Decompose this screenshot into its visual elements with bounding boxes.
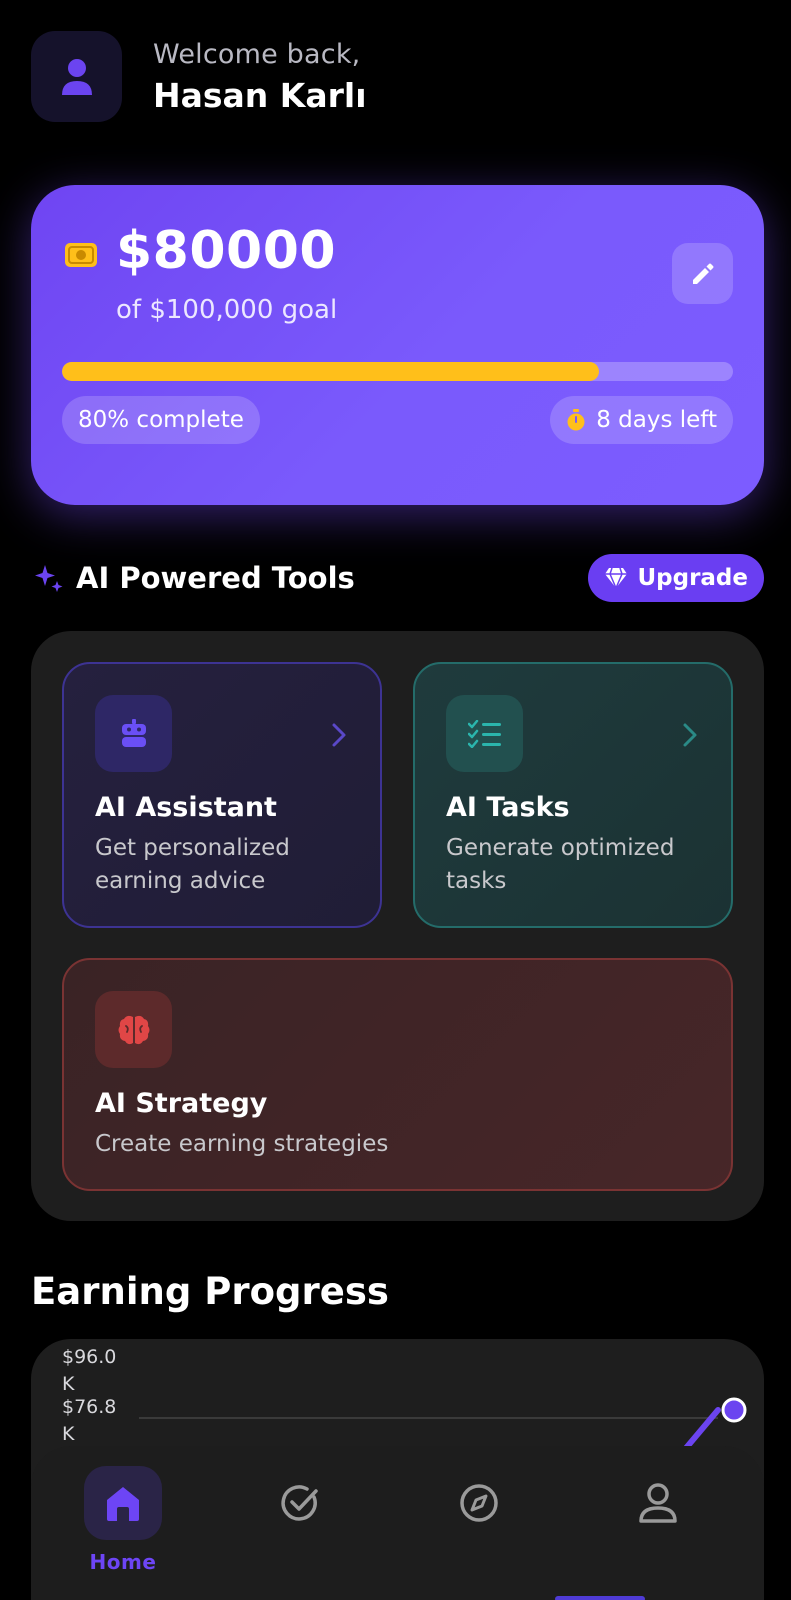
complete-label: 80% complete — [78, 407, 244, 433]
home-icon-box — [84, 1466, 162, 1540]
tools-title-wrap: AI Powered Tools — [33, 561, 355, 595]
pencil-icon — [692, 263, 713, 284]
user-icon — [61, 58, 92, 95]
complete-badge: 80% complete — [62, 396, 260, 444]
robot-icon — [121, 718, 146, 747]
compass-icon — [460, 1484, 498, 1522]
ai-tasks-desc: Generate optimized tasks — [446, 835, 675, 894]
goal-progress-bar — [62, 362, 733, 381]
days-left-badge: 8 days left — [550, 396, 733, 444]
ai-strategy-card[interactable]: AI Strategy Create earning strategies — [62, 958, 733, 1191]
nav-item-explore[interactable] — [440, 1466, 518, 1540]
nav-item-home[interactable]: Home — [84, 1466, 162, 1574]
welcome-block: Welcome back, Hasan Karlı — [153, 39, 367, 115]
goal-card: $80000 of $100,000 goal 80% complete 8 d… — [31, 185, 764, 505]
days-left-label: 8 days left — [596, 407, 717, 433]
user-name: Hasan Karlı — [153, 75, 367, 115]
edit-goal-button[interactable] — [672, 243, 733, 304]
nav-item-profile[interactable] — [619, 1466, 697, 1540]
upgrade-label: Upgrade — [637, 565, 748, 591]
ai-tasks-icon-box — [446, 695, 523, 772]
sparkles-icon — [35, 564, 63, 592]
tools-section-header: AI Powered Tools Upgrade — [33, 553, 764, 603]
profile-icon — [639, 1483, 677, 1523]
chevron-right-icon — [683, 723, 697, 747]
tools-panel: AI Assistant Get personalized earning ad… — [31, 631, 764, 1221]
ai-tasks-card[interactable]: AI Tasks Generate optimized tasks — [413, 662, 733, 928]
home-icon — [107, 1487, 139, 1521]
ai-tasks-title: AI Tasks — [446, 792, 570, 823]
header: Welcome back, Hasan Karlı — [31, 31, 367, 122]
data-point — [721, 1397, 747, 1423]
goal-amount: $80000 — [116, 221, 337, 281]
tasks-icon-box — [261, 1466, 339, 1540]
check-circle-icon — [281, 1485, 318, 1521]
bottom-nav: Home — [31, 1446, 764, 1600]
ai-strategy-icon-box — [95, 991, 172, 1068]
explore-icon-box — [440, 1466, 518, 1540]
ai-assistant-card[interactable]: AI Assistant Get personalized earning ad… — [62, 662, 382, 928]
welcome-text: Welcome back, — [153, 38, 361, 70]
ai-strategy-desc: Create earning strategies — [95, 1131, 389, 1157]
earning-progress-title: Earning Progress — [31, 1270, 389, 1313]
stopwatch-icon — [567, 409, 585, 431]
ai-assistant-icon-box — [95, 695, 172, 772]
tools-title: AI Powered Tools — [76, 561, 355, 595]
nav-item-tasks[interactable] — [261, 1466, 339, 1540]
ai-assistant-desc: Get personalized earning advice — [95, 835, 290, 894]
ai-assistant-title: AI Assistant — [95, 792, 277, 823]
brain-icon — [118, 1015, 149, 1044]
ai-strategy-title: AI Strategy — [95, 1088, 268, 1119]
avatar[interactable] — [31, 31, 122, 122]
diamond-icon — [604, 567, 628, 589]
task-list-icon — [467, 719, 501, 748]
goal-progress-fill — [62, 362, 599, 381]
nav-indicator — [555, 1596, 645, 1600]
goal-target: of $100,000 goal — [116, 295, 338, 325]
money-icon — [64, 242, 98, 272]
nav-label-home: Home — [89, 1550, 157, 1574]
upgrade-button[interactable]: Upgrade — [588, 554, 764, 602]
chevron-right-icon — [332, 723, 346, 747]
profile-icon-box — [619, 1466, 697, 1540]
